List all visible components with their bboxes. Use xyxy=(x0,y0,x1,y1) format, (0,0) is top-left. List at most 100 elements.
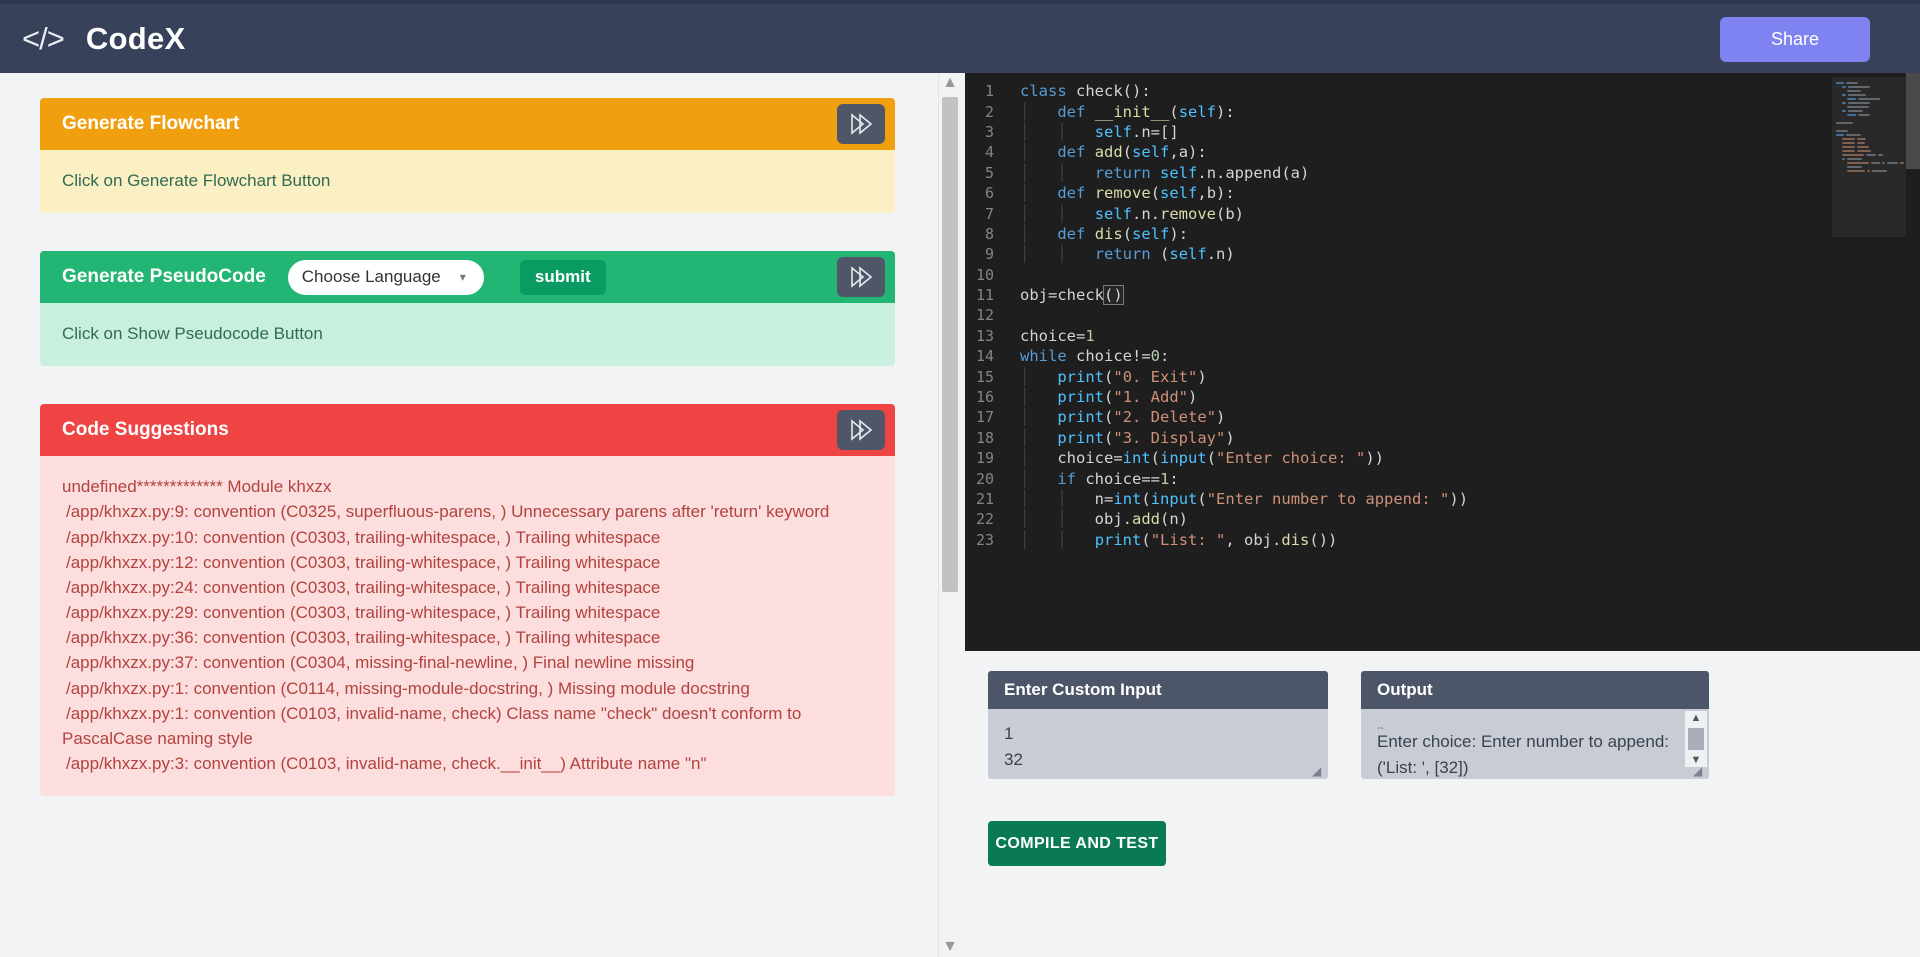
code-suggestions-toggle-button[interactable] xyxy=(837,410,885,451)
suggestion-line: /app/khxzx.py:10: convention (C0303, tra… xyxy=(66,527,661,547)
code-line[interactable]: 23 │ │ print("List: ", obj.dis()) xyxy=(965,530,1920,550)
code-line[interactable]: 12 xyxy=(965,305,1920,325)
code-text[interactable]: │ print("2. Delete") xyxy=(1020,408,1225,426)
line-number: 4 xyxy=(984,143,994,162)
custom-input-title: Enter Custom Input xyxy=(988,671,1328,709)
code-suggestions-panel: Code Suggestions undefined************* … xyxy=(40,404,895,797)
output-title: Output xyxy=(1361,671,1709,709)
code-line[interactable]: 14 while choice!=0: xyxy=(965,346,1920,366)
output-scroll-up-icon[interactable]: ▲ xyxy=(1691,713,1702,724)
code-text[interactable]: │ print("3. Display") xyxy=(1020,429,1235,447)
code-text[interactable]: │ def dis(self): xyxy=(1020,225,1188,243)
line-number: 2 xyxy=(984,102,994,121)
code-editor[interactable]: 1 class check(): 2 │ def __init__(self): 3 │ … xyxy=(965,73,1920,651)
code-text[interactable]: │ def remove(self,b): xyxy=(1020,184,1235,202)
code-text[interactable]: │ │ n=int(input("Enter number to append:… xyxy=(1020,490,1468,508)
code-line[interactable]: 4 │ def add(self,a): xyxy=(965,142,1920,162)
compile-and-test-button[interactable]: COMPILE AND TEST xyxy=(988,821,1166,866)
code-text[interactable]: │ def __init__(self): xyxy=(1020,103,1235,121)
code-text[interactable]: │ │ return (self.n) xyxy=(1020,245,1235,263)
code-text[interactable]: choice=1 xyxy=(1020,327,1095,345)
code-line[interactable]: 9 │ │ return (self.n) xyxy=(965,244,1920,264)
code-line[interactable]: 6 │ def remove(self,b): xyxy=(965,183,1920,203)
custom-input-box: Enter Custom Input 1 32 ◢ xyxy=(988,671,1328,779)
output-line-1: Enter choice: Enter number to append: xyxy=(1377,732,1670,751)
code-text[interactable]: │ │ obj.add(n) xyxy=(1020,510,1188,528)
choose-language-value: Choose Language xyxy=(301,267,441,287)
code-line[interactable]: 20 │ if choice==1: xyxy=(965,468,1920,488)
code-text[interactable]: │ print("1. Add") xyxy=(1020,388,1197,406)
custom-input-line-1: 1 xyxy=(1004,724,1014,743)
left-scrollbar-thumb[interactable] xyxy=(942,97,958,592)
code-line[interactable]: 10 xyxy=(965,265,1920,285)
line-number: 22 xyxy=(975,510,994,529)
flowchart-hint-text: Click on Generate Flowchart Button xyxy=(62,171,331,190)
code-line[interactable]: 3 │ │ self.n=[] xyxy=(965,122,1920,142)
resize-handle-icon[interactable]: ◢ xyxy=(1693,764,1707,778)
generate-flowchart-toggle-button[interactable] xyxy=(837,104,885,144)
generate-flowchart-panel: Generate Flowchart Click on Generate Flo… xyxy=(40,98,895,214)
line-number: 17 xyxy=(975,408,994,427)
double-chevron-right-icon xyxy=(851,266,873,288)
share-button[interactable]: Share xyxy=(1720,17,1870,62)
code-line[interactable]: 19 │ choice=int(input("Enter choice: ")) xyxy=(965,448,1920,468)
code-line[interactable]: 21 │ │ n=int(input("Enter number to appen… xyxy=(965,489,1920,509)
suggestion-line: /app/khxzx.py:9: convention (C0325, supe… xyxy=(66,502,830,522)
output-box: Output ') Enter choice: Enter number to … xyxy=(1361,671,1709,779)
code-lines[interactable]: 1 class check(): 2 │ def __init__(self): 3 │ … xyxy=(965,73,1920,550)
code-text[interactable]: │ │ print("List: ", obj.dis()) xyxy=(1020,531,1337,549)
code-line[interactable]: 11 obj=check() xyxy=(965,285,1920,306)
code-text[interactable]: │ │ self.n.remove(b) xyxy=(1020,205,1244,223)
code-text[interactable]: while choice!=0: xyxy=(1020,347,1169,365)
choose-language-select[interactable]: Choose Language ▾ xyxy=(287,259,484,295)
code-line[interactable]: 8 │ def dis(self): xyxy=(965,224,1920,244)
code-suggestions-header: Code Suggestions xyxy=(40,404,895,457)
scroll-up-arrow-icon[interactable]: ▲ xyxy=(939,73,961,93)
minimap-slider[interactable] xyxy=(1832,77,1906,237)
left-column-scrollbar[interactable]: ▲ ▼ xyxy=(938,73,960,957)
output-scrollbar-thumb[interactable] xyxy=(1688,728,1704,750)
code-text[interactable]: │ │ return self.n.append(a) xyxy=(1020,164,1309,182)
code-line[interactable]: 5 │ │ return self.n.append(a) xyxy=(965,163,1920,183)
line-number: 5 xyxy=(984,163,994,182)
output-textarea[interactable]: ') Enter choice: Enter number to append:… xyxy=(1361,709,1709,779)
line-number: 10 xyxy=(975,265,994,284)
line-number: 6 xyxy=(984,184,994,203)
code-tags-icon: </> xyxy=(22,21,65,56)
code-line[interactable]: 13 choice=1 xyxy=(965,326,1920,346)
code-line[interactable]: 18 │ print("3. Display") xyxy=(965,428,1920,448)
suggestion-line: /app/khxzx.py:3: convention (C0103, inva… xyxy=(66,754,707,774)
generate-pseudocode-toggle-button[interactable] xyxy=(837,257,885,298)
editor-minimap[interactable] xyxy=(1832,77,1906,651)
editor-vertical-scrollbar[interactable] xyxy=(1906,73,1920,651)
code-text[interactable]: │ print("0. Exit") xyxy=(1020,368,1207,386)
pseudocode-submit-button[interactable]: submit xyxy=(519,259,606,295)
chevron-down-icon: ▾ xyxy=(459,270,466,285)
custom-input-line-2: 32 xyxy=(1004,750,1023,770)
output-scrollbar[interactable]: ▲ ▼ xyxy=(1685,711,1707,767)
code-text[interactable]: │ if choice==1: xyxy=(1020,470,1179,488)
code-line[interactable]: 1 class check(): xyxy=(965,81,1920,101)
code-line[interactable]: 16 │ print("1. Add") xyxy=(965,387,1920,407)
editor-scrollbar-thumb[interactable] xyxy=(1906,73,1920,169)
resize-handle-icon[interactable]: ◢ xyxy=(1312,764,1326,778)
output-line-2: ('List: ', [32]) xyxy=(1377,758,1469,778)
custom-input-textarea[interactable]: 1 32 ◢ xyxy=(988,709,1328,779)
code-line[interactable]: 15 │ print("0. Exit") xyxy=(965,366,1920,386)
code-line[interactable]: 17 │ print("2. Delete") xyxy=(965,407,1920,427)
code-text[interactable]: │ def add(self,a): xyxy=(1020,143,1207,161)
double-chevron-right-icon xyxy=(851,419,873,442)
app-header: </> CodeX Share xyxy=(0,0,1920,73)
code-suggestions-title: Code Suggestions xyxy=(62,419,229,441)
code-text[interactable]: │ │ self.n=[] xyxy=(1020,123,1179,141)
code-line[interactable]: 2 │ def __init__(self): xyxy=(965,101,1920,121)
line-number: 13 xyxy=(975,326,994,345)
code-line[interactable]: 22 │ │ obj.add(n) xyxy=(965,509,1920,529)
suggestion-line: /app/khxzx.py:36: convention (C0303, tra… xyxy=(66,628,661,648)
scroll-down-arrow-icon[interactable]: ▼ xyxy=(939,937,961,957)
code-text[interactable]: obj=check() xyxy=(1020,285,1124,306)
line-number: 20 xyxy=(975,469,994,488)
code-text[interactable]: class check(): xyxy=(1020,82,1151,100)
code-line[interactable]: 7 │ │ self.n.remove(b) xyxy=(965,203,1920,223)
code-text[interactable]: │ choice=int(input("Enter choice: ")) xyxy=(1020,449,1384,467)
